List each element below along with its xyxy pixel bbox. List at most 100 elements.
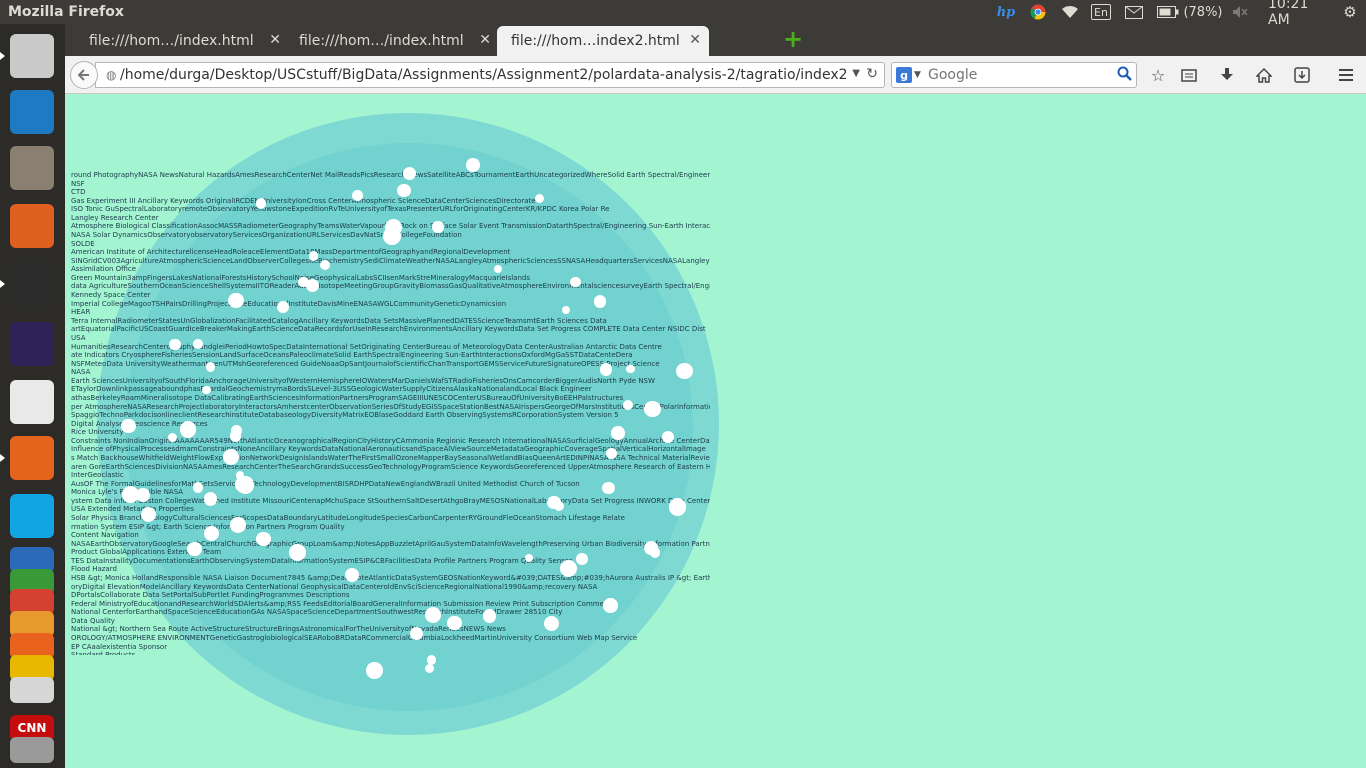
tag-label[interactable]: Assimilation Office: [71, 265, 710, 273]
search-input[interactable]: [928, 66, 1108, 84]
tag-node-bubble[interactable]: [228, 292, 244, 309]
tag-label[interactable]: OROLOGY/ATMOSPHERE ENVIRONMENTGeneticGas…: [71, 634, 710, 642]
tag-node-bubble[interactable]: [256, 198, 267, 209]
close-tab-icon[interactable]: ✕: [689, 32, 701, 48]
tag-node-bubble[interactable]: [649, 547, 661, 558]
tag-label[interactable]: Earth SciencesUniversityofSouthFloridaAn…: [71, 377, 710, 385]
tag-node-bubble[interactable]: [425, 606, 441, 623]
tag-label[interactable]: Solar Physics BranchGeologyCulturalScien…: [71, 514, 710, 522]
tag-label[interactable]: HEAR: [71, 308, 710, 316]
tag-node-bubble[interactable]: [603, 597, 618, 613]
tag-node-bubble[interactable]: [675, 362, 693, 380]
search-magnifier-icon[interactable]: [1117, 66, 1132, 85]
tag-node-bubble[interactable]: [397, 183, 411, 198]
tag-node-bubble[interactable]: [229, 430, 242, 442]
new-tab-button[interactable]: +: [781, 25, 805, 53]
tag-node-bubble[interactable]: [602, 481, 615, 495]
tag-label[interactable]: Gas Experiment III Ancillary Keywords Or…: [71, 197, 710, 205]
tag-label[interactable]: oryDigital ElevationModelAncillary Keywo…: [71, 583, 710, 591]
tag-label[interactable]: HSB &gt; Monica HollandResponsible NASA …: [71, 574, 710, 582]
tag-label[interactable]: ate Indicators CryosphereFisheriesSensio…: [71, 351, 710, 359]
tag-node-bubble[interactable]: [611, 425, 626, 440]
tag-label[interactable]: National &gt; Northern Sea Route ActiveS…: [71, 625, 710, 633]
chrome-tray-icon[interactable]: [1028, 3, 1048, 21]
tag-label[interactable]: American Institute of Architecturelicens…: [71, 248, 710, 256]
tag-label[interactable]: aren GoreEarthSciencesDivisionNASAAmesRe…: [71, 463, 710, 471]
tag-node-bubble[interactable]: [179, 421, 196, 438]
tag-label[interactable]: HumanitiesResearchCenterographyLandgleiP…: [71, 343, 710, 351]
tag-node-bubble[interactable]: [432, 221, 444, 233]
site-identity-icon[interactable]: ◍: [106, 68, 116, 82]
tag-label[interactable]: NSFMeteoData UniversityWeathermanticenUT…: [71, 360, 710, 368]
tag-node-bubble[interactable]: [402, 167, 416, 181]
tag-label[interactable]: SINGridCV003AgricultureAtmosphericScienc…: [71, 257, 710, 265]
firefox-icon[interactable]: [6, 432, 58, 484]
tag-label[interactable]: USA: [71, 334, 710, 342]
tag-label[interactable]: Imperial CollegeMagooTSHPairsDrillingPro…: [71, 300, 710, 308]
tag-label[interactable]: Data Quality: [71, 617, 710, 625]
trash-icon[interactable]: [6, 724, 58, 768]
keyboard-language-indicator[interactable]: En: [1091, 4, 1111, 20]
tag-label[interactable]: data AgricultureSouthernOceanScienceShel…: [71, 282, 710, 290]
tag-node-bubble[interactable]: [288, 543, 306, 561]
url-input[interactable]: /home/durga/Desktop/USCstuff/BigData/Ass…: [120, 67, 846, 85]
tag-label[interactable]: CTD: [71, 188, 710, 196]
wifi-icon[interactable]: [1060, 3, 1080, 21]
tag-label[interactable]: Product GlobalApplications Extended Team: [71, 548, 710, 556]
tag-label[interactable]: artEquatorialPacificUSCoastGuardIceBreak…: [71, 325, 710, 333]
close-tab-icon[interactable]: ✕: [479, 32, 491, 48]
tag-label[interactable]: NASAEarthObservatoryGoogleSearchCentralC…: [71, 540, 710, 548]
tag-node-bubble[interactable]: [650, 405, 661, 415]
tag-node-bubble[interactable]: [384, 218, 403, 236]
tab-index-1[interactable]: file:///hom…/index.html ✕: [75, 26, 289, 56]
tag-label[interactable]: USA Extended Metadata Properties: [71, 505, 710, 513]
tag-node-bubble[interactable]: [626, 364, 635, 374]
tag-node-bubble[interactable]: [205, 362, 216, 372]
tag-node-bubble[interactable]: [187, 541, 202, 557]
tag-label[interactable]: athasBerkeleyRoamMineralisotope DataCali…: [71, 394, 710, 402]
close-tab-icon[interactable]: ✕: [269, 32, 281, 48]
tag-node-bubble[interactable]: [276, 300, 289, 313]
search-engine-dropdown-icon[interactable]: ▼: [914, 70, 921, 80]
tag-node-bubble[interactable]: [409, 627, 423, 641]
tag-label[interactable]: Flood Hazard: [71, 565, 710, 573]
tab-index2-active[interactable]: file:///hom…index2.html ✕: [497, 26, 709, 56]
tag-node-bubble[interactable]: [203, 492, 218, 506]
tag-label[interactable]: ETaylorDownlinkpassageaboundphasBoardalG…: [71, 385, 710, 393]
tag-node-bubble[interactable]: [599, 363, 612, 376]
tag-label[interactable]: Kennedy Space Center: [71, 291, 710, 299]
mail-icon[interactable]: [1124, 3, 1144, 21]
tag-node-bubble[interactable]: [203, 525, 219, 541]
download-icon[interactable]: [1216, 65, 1238, 85]
tag-label[interactable]: Terra InternalRadiometerStatesUnGlobaliz…: [71, 317, 710, 325]
hamburger-menu-icon[interactable]: [1335, 65, 1357, 85]
tag-label[interactable]: per AtmosphereNASAResearchProjectlaborat…: [71, 403, 710, 411]
reload-icon[interactable]: ↻: [866, 66, 878, 82]
tag-node-bubble[interactable]: [229, 517, 246, 534]
battery-icon[interactable]: [1156, 3, 1180, 21]
tag-node-bubble[interactable]: [352, 190, 363, 202]
tag-label[interactable]: NSF: [71, 180, 710, 188]
tag-node-bubble[interactable]: [553, 501, 564, 511]
tag-label[interactable]: EP CAaalexistentia Sponsor: [71, 643, 710, 651]
url-history-dropdown-icon[interactable]: ▼: [852, 68, 860, 79]
tag-node-bubble[interactable]: [525, 553, 534, 562]
tag-node-bubble[interactable]: [222, 449, 239, 466]
tag-node-bubble[interactable]: [256, 531, 272, 547]
tag-label[interactable]: Content Navigation: [71, 531, 710, 539]
tag-node-bubble[interactable]: [466, 158, 480, 172]
clock[interactable]: 10:21 AM: [1268, 0, 1332, 28]
libreoffice-impress-icon[interactable]: [6, 86, 58, 138]
back-button[interactable]: [70, 61, 98, 89]
tag-label[interactable]: SpaggioTechnoParkdocisonlineclientResear…: [71, 411, 710, 419]
ubuntu-dash-icon[interactable]: [6, 30, 58, 82]
tag-label[interactable]: InterGeoclastic: [71, 471, 710, 479]
home-icon[interactable]: [1253, 65, 1275, 85]
tag-label[interactable]: rmation System ESIP &gt; Earth Science I…: [71, 523, 710, 531]
tag-label[interactable]: ystem Data inform Boston CollegeWatershe…: [71, 497, 710, 505]
matlab-icon[interactable]: [6, 200, 58, 252]
tag-node-bubble[interactable]: [202, 386, 211, 395]
tag-node-bubble[interactable]: [482, 609, 497, 623]
tag-node-bubble[interactable]: [344, 568, 359, 583]
google-engine-icon[interactable]: g: [896, 67, 912, 83]
